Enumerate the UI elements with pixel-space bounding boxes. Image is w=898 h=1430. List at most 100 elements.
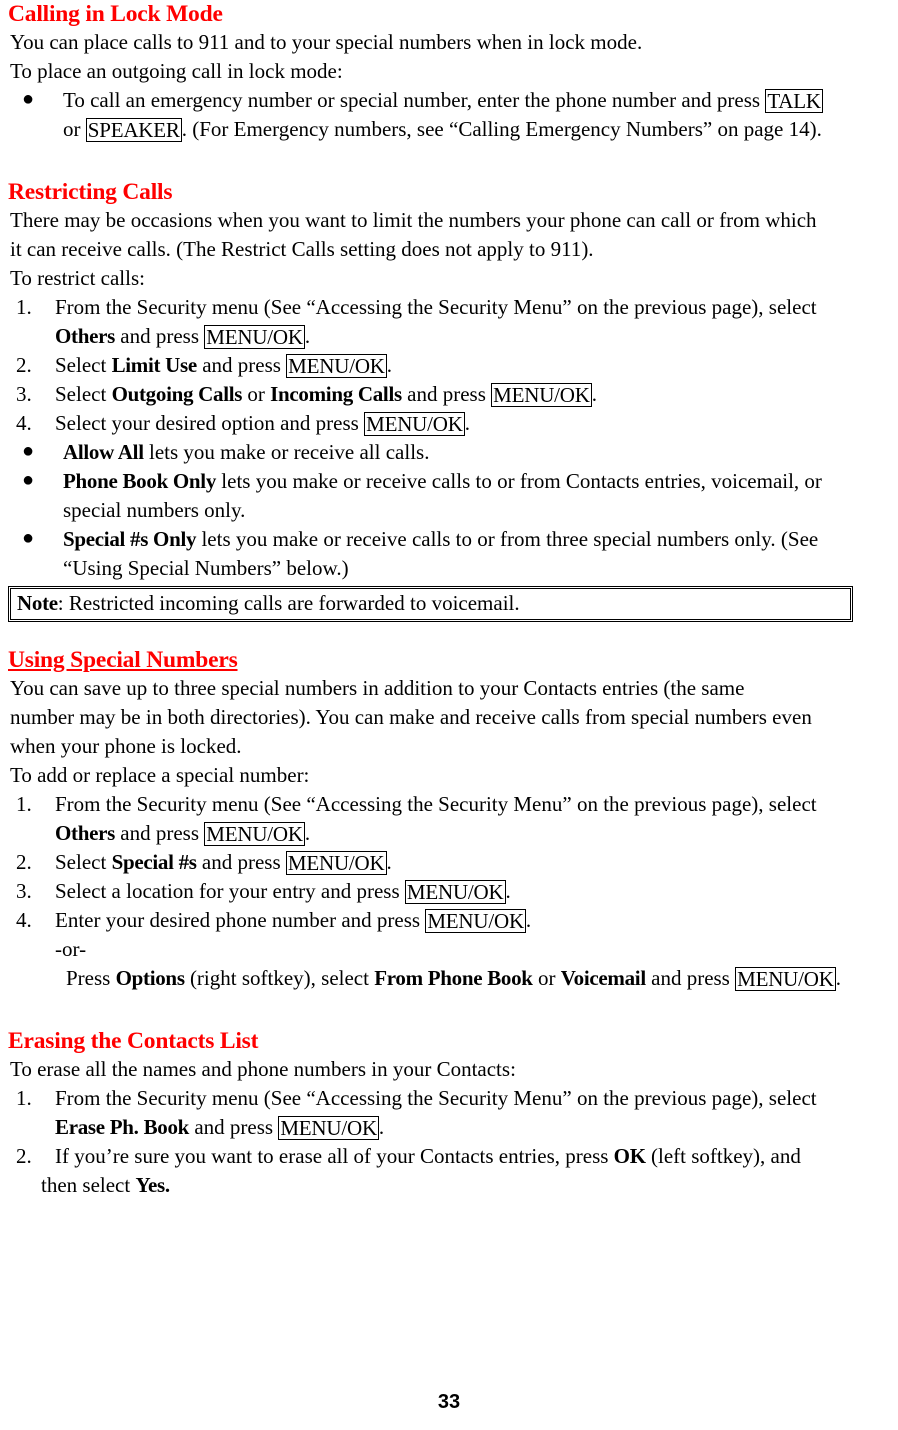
key-menu-ok[interactable]: MENU/OK bbox=[404, 880, 506, 904]
step-text: and press bbox=[115, 324, 205, 348]
page-number: 33 bbox=[437, 1391, 461, 1413]
key-menu-ok[interactable]: MENU/OK bbox=[735, 967, 836, 991]
menu-item-from-phone-book: From Phone Book bbox=[374, 966, 533, 990]
step-number: 2. bbox=[16, 353, 32, 377]
step-item-1: 1. From the Security menu (See “Accessin… bbox=[8, 1084, 888, 1142]
option-bullet-allow-all: ● Allow All lets you make or receive all… bbox=[8, 438, 888, 467]
step-line-1: Enter your desired phone number and pres… bbox=[55, 906, 888, 935]
key-menu-ok[interactable]: MENU/OK bbox=[425, 909, 526, 933]
bullet-marker: ● bbox=[22, 440, 35, 462]
softkey-ok: OK bbox=[613, 1144, 646, 1168]
alternative-or-label: -or- bbox=[55, 937, 87, 961]
alt-text: Press bbox=[66, 966, 116, 990]
step-text: Enter your desired phone number and pres… bbox=[55, 908, 426, 932]
paragraph-restrict-intro-1: There may be occasions when you want to … bbox=[10, 208, 817, 232]
option-line: Allow All lets you make or receive all c… bbox=[63, 438, 888, 467]
step-number: 4. bbox=[16, 411, 32, 435]
bullet-line-2: or SPEAKER. (For Emergency numbers, see … bbox=[63, 115, 888, 144]
step-text: Select bbox=[55, 382, 112, 406]
bullet-marker: ● bbox=[22, 88, 35, 110]
step-item-1: 1. From the Security menu (See “Accessin… bbox=[8, 790, 888, 848]
step-text: Select bbox=[55, 353, 112, 377]
step-text: If you’re sure you want to erase all of … bbox=[55, 1144, 614, 1168]
step-text: or bbox=[242, 382, 271, 406]
menu-item-incoming-calls: Incoming Calls bbox=[270, 382, 402, 406]
step-text-end: . bbox=[304, 324, 311, 348]
option-description: lets you make or receive calls to or fro… bbox=[216, 469, 822, 493]
bullet-marker: ● bbox=[22, 469, 35, 491]
step-text: and press bbox=[115, 821, 205, 845]
option-line-2: special numbers only. bbox=[63, 498, 246, 522]
step-item-2: 2. If you’re sure you want to erase all … bbox=[8, 1142, 888, 1200]
step-text: and press bbox=[401, 382, 492, 406]
step-item-4: 4. Enter your desired phone number and p… bbox=[8, 906, 888, 935]
key-menu-ok[interactable]: MENU/OK bbox=[491, 383, 592, 407]
step-line-1: Select your desired option and press MEN… bbox=[55, 409, 888, 438]
step-line-1: From the Security menu (See “Accessing t… bbox=[55, 1086, 817, 1110]
key-menu-ok[interactable]: MENU/OK bbox=[204, 325, 305, 349]
step-number: 2. bbox=[16, 850, 32, 874]
step-line-1: From the Security menu (See “Accessing t… bbox=[55, 792, 817, 816]
step-number: 4. bbox=[16, 908, 32, 932]
paragraph-restrict-intro-2: it can receive calls. (The Restrict Call… bbox=[10, 237, 594, 261]
step-text: and press bbox=[196, 353, 287, 377]
bullet-text-tail: . (For Emergency numbers, see “Calling E… bbox=[181, 117, 822, 141]
paragraph-special-intro-3: when your phone is locked. bbox=[10, 734, 242, 758]
step-text-end: . bbox=[525, 908, 532, 932]
step-item-3: 3. Select Outgoing Calls or Incoming Cal… bbox=[8, 380, 888, 409]
key-menu-ok[interactable]: MENU/OK bbox=[204, 822, 305, 846]
key-menu-ok[interactable]: MENU/OK bbox=[286, 354, 387, 378]
key-menu-ok[interactable]: MENU/OK bbox=[278, 1116, 379, 1140]
menu-item-yes: Yes. bbox=[135, 1173, 170, 1197]
paragraph-restrict-howto: To restrict calls: bbox=[10, 266, 145, 290]
section-heading-using-special-numbers: Using Special Numbers bbox=[8, 647, 238, 673]
step-item-4: 4. Select your desired option and press … bbox=[8, 409, 888, 438]
paragraph-special-intro-2: number may be in both directories). You … bbox=[10, 705, 812, 729]
key-speaker[interactable]: SPEAKER bbox=[85, 118, 182, 142]
key-menu-ok[interactable]: MENU/OK bbox=[285, 851, 387, 875]
step-text-end: . bbox=[378, 1115, 385, 1139]
menu-item-outgoing-calls: Outgoing Calls bbox=[111, 382, 243, 406]
menu-item-special-numbers: Special #s bbox=[111, 850, 197, 874]
step-text-end: . bbox=[304, 821, 311, 845]
alt-text-end: . bbox=[835, 966, 841, 990]
step-text: (left softkey), and bbox=[645, 1144, 801, 1168]
key-talk[interactable]: TALK bbox=[765, 89, 823, 113]
menu-item-voicemail: Voicemail bbox=[560, 966, 646, 990]
softkey-options: Options bbox=[115, 966, 185, 990]
step-text-end: . bbox=[591, 382, 597, 406]
step-text: then select bbox=[41, 1173, 136, 1197]
section-heading-restricting-calls: Restricting Calls bbox=[8, 179, 173, 205]
option-name-allow-all: Allow All bbox=[63, 440, 144, 464]
option-line: Special #s Only lets you make or receive… bbox=[63, 525, 888, 554]
bullet-text: To call an emergency number or special n… bbox=[63, 88, 766, 112]
step-item-1: 1. From the Security menu (See “Accessin… bbox=[8, 293, 888, 351]
step-item-2: 2. Select Limit Use and press MENU/OK. bbox=[8, 351, 888, 380]
document-page: Calling in Lock Mode You can place calls… bbox=[0, 0, 898, 1430]
key-menu-ok[interactable]: MENU/OK bbox=[364, 412, 465, 436]
step-number: 3. bbox=[16, 879, 32, 903]
step-line-2: then select Yes. bbox=[41, 1171, 888, 1200]
step-number: 2. bbox=[16, 1144, 32, 1168]
step-number: 3. bbox=[16, 382, 32, 406]
menu-item-erase-ph-book: Erase Ph. Book bbox=[55, 1115, 190, 1139]
paragraph-lock-mode-howto: To place an outgoing call in lock mode: bbox=[10, 59, 343, 83]
note-label: Note bbox=[17, 591, 58, 615]
section-heading-erasing-the-contacts-list: Erasing the Contacts List bbox=[8, 1028, 259, 1054]
step-text-end: . bbox=[386, 850, 392, 874]
step-number: 1. bbox=[16, 1086, 32, 1110]
option-bullet-special-numbers-only: ● Special #s Only lets you make or recei… bbox=[8, 525, 888, 583]
step-line-1: From the Security menu (See “Accessing t… bbox=[55, 295, 817, 319]
step-line-1: Select a location for your entry and pre… bbox=[55, 877, 888, 906]
alt-text: (right softkey), select bbox=[184, 966, 375, 990]
step-line-2: Others and press MENU/OK. bbox=[55, 819, 888, 848]
alternative-instruction: Press Options (right softkey), select Fr… bbox=[8, 964, 888, 993]
section-heading-calling-in-lock-mode: Calling in Lock Mode bbox=[8, 1, 223, 27]
bullet-item: ● To call an emergency number or special… bbox=[8, 86, 888, 144]
note-text: : Restricted incoming calls are forwarde… bbox=[57, 591, 520, 615]
step-text: and press bbox=[196, 850, 286, 874]
step-number: 1. bbox=[16, 792, 32, 816]
step-text: Select bbox=[55, 850, 112, 874]
